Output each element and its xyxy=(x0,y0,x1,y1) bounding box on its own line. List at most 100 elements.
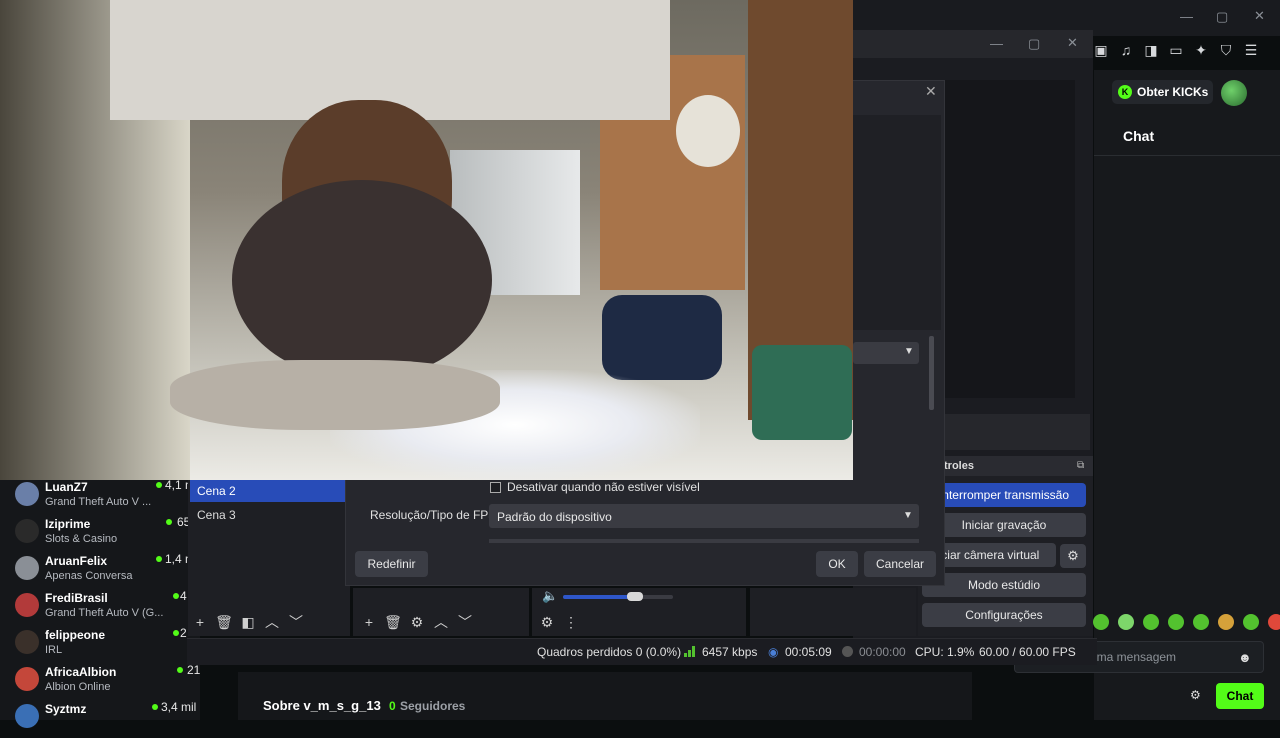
channel-item[interactable]: AruanFelix Apenas Conversa 1,4 m xyxy=(15,552,205,590)
chat-send-button[interactable]: Chat xyxy=(1216,683,1264,709)
close-icon[interactable]: ✕ xyxy=(1067,35,1078,51)
user-avatar[interactable] xyxy=(1221,80,1247,106)
live-dot-icon xyxy=(156,556,162,562)
sources-toolbar: + 🗑 ⚙ ︿ ﹀ xyxy=(357,612,477,632)
start-recording-button[interactable]: Iniciar gravação xyxy=(922,513,1086,537)
emoji-icon[interactable]: ☻ xyxy=(1238,650,1252,665)
live-dot-icon xyxy=(166,519,172,525)
minimize-icon[interactable]: — xyxy=(1180,9,1193,24)
cpu-usage: CPU: 1.9% xyxy=(915,645,975,659)
record-time: 00:00:00 xyxy=(859,645,906,659)
shield-icon[interactable]: ⛉ xyxy=(1218,42,1234,58)
properties-preview xyxy=(853,115,941,330)
maximize-icon[interactable]: ▢ xyxy=(1028,36,1040,52)
more-icon[interactable]: ⋮ xyxy=(559,612,583,632)
emote-icon[interactable] xyxy=(1268,614,1280,630)
wallet-icon[interactable]: ▭ xyxy=(1168,42,1184,58)
volume-slider[interactable] xyxy=(563,595,673,599)
add-icon[interactable]: + xyxy=(357,612,381,632)
studio-mode-button[interactable]: Modo estúdio xyxy=(922,573,1086,597)
add-icon[interactable]: + xyxy=(188,612,212,632)
viewer-count: 3,4 mil xyxy=(161,700,197,714)
minimize-icon[interactable]: — xyxy=(990,36,1003,51)
obs-preview-panel xyxy=(945,80,1075,398)
channel-item[interactable]: Iziprime Slots & Casino 65 xyxy=(15,515,205,553)
kick-coin-icon: K xyxy=(1118,85,1132,99)
followed-channels-sidebar: LuanZ7 Grand Theft Auto V ... 4,1 m Izip… xyxy=(0,478,200,728)
chevron-up-icon[interactable]: ︿ xyxy=(260,612,284,632)
channel-name: FrediBrasil xyxy=(45,591,108,605)
live-dot-icon xyxy=(173,593,179,599)
scrollbar[interactable] xyxy=(929,336,934,410)
chat-title: Chat xyxy=(1123,128,1155,144)
dropped-frames: Quadros perdidos 0 (0.0%) xyxy=(537,645,682,659)
channel-category: Albion Online xyxy=(45,681,111,693)
virtual-camera-settings-icon[interactable]: ⚙ xyxy=(1060,544,1086,568)
channel-item[interactable]: LuanZ7 Grand Theft Auto V ... 4,1 m xyxy=(15,478,205,516)
reset-button[interactable]: Redefinir xyxy=(355,551,428,577)
camera-preview xyxy=(0,0,853,480)
chevron-down-icon[interactable]: ﹀ xyxy=(284,612,308,632)
stop-streaming-button[interactable]: Interromper transmissão xyxy=(922,483,1086,507)
emote-icon[interactable] xyxy=(1143,614,1159,630)
trash-icon[interactable]: 🗑 xyxy=(212,612,236,632)
close-icon[interactable]: ✕ xyxy=(1254,8,1265,24)
scene-item-cena-3[interactable]: Cena 3 xyxy=(190,504,345,526)
close-icon[interactable]: ✕ xyxy=(925,83,937,100)
speaker-icon[interactable]: 🔈 xyxy=(542,588,558,604)
channel-name: LuanZ7 xyxy=(45,480,88,494)
channel-item[interactable]: felippeone IRL 2 xyxy=(15,626,205,664)
sidebar-icon[interactable]: ◨ xyxy=(1143,42,1159,58)
emote-icon[interactable] xyxy=(1218,614,1234,630)
channel-category: Apenas Conversa xyxy=(45,570,133,582)
emote-bar xyxy=(1093,614,1280,630)
trash-icon[interactable]: 🗑 xyxy=(381,612,405,632)
avatar xyxy=(15,630,39,654)
divider xyxy=(1094,155,1280,156)
viewer-count: 4 xyxy=(180,589,187,603)
ok-button[interactable]: OK xyxy=(816,551,858,577)
chevron-up-icon[interactable]: ︿ xyxy=(429,612,453,632)
emote-icon[interactable] xyxy=(1168,614,1184,630)
get-kicks-button[interactable]: K Obter KICKs xyxy=(1112,80,1213,104)
next-field xyxy=(489,539,919,543)
record-icon xyxy=(842,646,853,657)
disable-when-hidden-checkbox[interactable] xyxy=(490,482,501,493)
cancel-button[interactable]: Cancelar xyxy=(864,551,936,577)
channel-item[interactable]: AfricaAlbion Albion Online 21 xyxy=(15,663,205,701)
scenes-toolbar: + 🗑 ◧ ︿ ﹀ xyxy=(188,612,308,632)
gear-icon[interactable]: ⚙ xyxy=(405,612,429,632)
emote-icon[interactable] xyxy=(1243,614,1259,630)
channel-item[interactable]: FrediBrasil Grand Theft Auto V (G... 4 xyxy=(15,589,205,627)
avatar xyxy=(15,482,39,506)
channel-category: Slots & Casino xyxy=(45,533,118,545)
avatar xyxy=(15,519,39,543)
fps-readout: 60.00 / 60.00 FPS xyxy=(979,645,1076,659)
settings-button[interactable]: Configurações xyxy=(922,603,1086,627)
channel-item[interactable]: Syztmz 3,4 mil xyxy=(15,700,205,738)
sparkle-icon[interactable]: ✦ xyxy=(1193,42,1209,58)
viewer-count: 21 xyxy=(187,663,201,677)
extensions-bar: ▣ ♫ ◨ ▭ ✦ ⛉ ☰ xyxy=(1093,42,1259,59)
get-kicks-label: Obter KICKs xyxy=(1137,85,1209,99)
emote-icon[interactable] xyxy=(1093,614,1109,630)
menu-icon[interactable]: ☰ xyxy=(1243,42,1259,58)
volume-slider-handle[interactable] xyxy=(627,592,643,601)
music-icon[interactable]: ♫ xyxy=(1118,42,1134,58)
tab-icon[interactable]: ▣ xyxy=(1093,42,1109,58)
chevron-down-icon[interactable]: ﹀ xyxy=(453,612,477,632)
emote-icon[interactable] xyxy=(1118,614,1134,630)
stream-icon: ◉ xyxy=(768,645,779,659)
channel-name: AfricaAlbion xyxy=(45,665,117,679)
emote-icon[interactable] xyxy=(1193,614,1209,630)
chat-settings-icon[interactable]: ⚙ xyxy=(1190,688,1201,702)
maximize-icon[interactable]: ▢ xyxy=(1216,9,1228,25)
followers-label: Seguidores xyxy=(400,699,466,713)
avatar xyxy=(15,667,39,691)
avatar xyxy=(15,556,39,580)
undock-icon[interactable]: ⧉ xyxy=(1077,460,1084,471)
followers-count: 0 xyxy=(389,699,396,713)
advanced-audio-icon[interactable]: ⚙ xyxy=(535,612,559,632)
scene-item-cena-2[interactable]: Cena 2 xyxy=(190,480,345,502)
filter-icon[interactable]: ◧ xyxy=(236,612,260,632)
